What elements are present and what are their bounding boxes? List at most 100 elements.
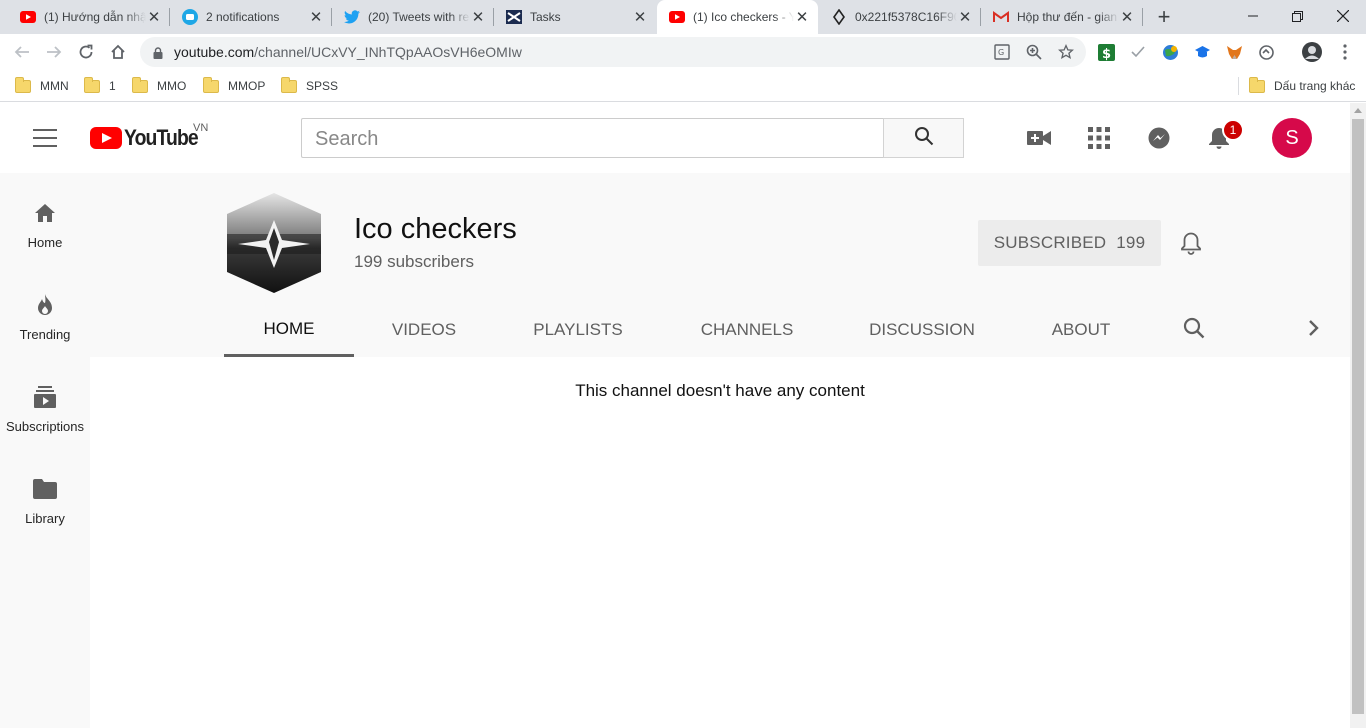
- bookmark-folder[interactable]: 1: [84, 76, 116, 95]
- browser-tabstrip: (1) Hướng dẫn nhận ✕ 2 notifications ✕ (…: [0, 0, 1366, 34]
- chevron-right-icon[interactable]: [1303, 316, 1325, 340]
- folder-icon: [203, 76, 219, 93]
- tasks-icon: [506, 9, 522, 25]
- browser-tab[interactable]: 0x221f5378C16F90 ✕: [819, 0, 981, 34]
- close-tab-icon[interactable]: ✕: [146, 9, 162, 26]
- tab-title: (1) Hướng dẫn nhận: [44, 10, 146, 24]
- menu-icon[interactable]: [33, 129, 57, 147]
- browser-tab[interactable]: (20) Tweets with re ✕: [332, 0, 494, 34]
- forward-button[interactable]: [40, 38, 68, 66]
- browser-tab-active[interactable]: (1) Ico checkers - Y ✕: [657, 0, 818, 34]
- checkmark-extension-icon[interactable]: [1129, 43, 1147, 61]
- twitter-icon: [344, 9, 360, 25]
- subscribe-label: SUBSCRIBED: [993, 233, 1107, 252]
- messages-icon[interactable]: [1147, 126, 1171, 150]
- close-tab-icon[interactable]: ✕: [1119, 9, 1135, 26]
- tab-videos[interactable]: VIDEOS: [369, 303, 479, 357]
- address-bar[interactable]: youtube.com/channel/UCxVY_INhTQpAAOsVH6e…: [140, 37, 1086, 67]
- bookmark-folder[interactable]: MMOP: [203, 76, 265, 95]
- bookmark-folder[interactable]: SPSS: [281, 76, 338, 95]
- tab-title: (1) Ico checkers - Y: [693, 10, 794, 24]
- guide-item-library[interactable]: Library: [0, 477, 90, 551]
- subscriber-count: 199 subscribers: [354, 252, 475, 271]
- reload-button[interactable]: [72, 38, 100, 66]
- bookmarks-bar: MMN 1 MMO MMOP SPSS Dấu trang khác: [0, 70, 1366, 102]
- tab-playlists[interactable]: PLAYLISTS: [514, 303, 642, 357]
- profile-avatar-icon[interactable]: [1302, 42, 1322, 62]
- close-tab-icon[interactable]: ✕: [470, 9, 486, 26]
- tab-discussion[interactable]: DISCUSSION: [850, 303, 994, 357]
- close-tab-icon[interactable]: ✕: [794, 9, 810, 26]
- scrollbar-thumb[interactable]: [1352, 119, 1364, 714]
- globe-extension-icon[interactable]: [1161, 43, 1179, 61]
- browser-tab[interactable]: Hộp thư đến - gian ✕: [981, 0, 1143, 34]
- lock-icon[interactable]: [153, 46, 163, 64]
- bookmark-star-icon[interactable]: [1057, 43, 1075, 61]
- youtube-logo[interactable]: YouTube VN: [90, 122, 209, 151]
- guide-item-subscriptions[interactable]: Subscriptions: [0, 385, 90, 459]
- browser-tab[interactable]: Tasks ✕: [494, 0, 656, 34]
- tab-about[interactable]: ABOUT: [1029, 303, 1133, 357]
- folder-icon: [84, 76, 100, 93]
- close-tab-icon[interactable]: ✕: [957, 9, 973, 26]
- dollar-extension-icon[interactable]: $: [1097, 43, 1115, 61]
- tab-title: 0x221f5378C16F90: [855, 10, 957, 24]
- browser-tab[interactable]: 2 notifications ✕: [170, 0, 332, 34]
- account-avatar[interactable]: S: [1272, 118, 1312, 158]
- region-code: VN: [193, 122, 209, 134]
- bookmark-folder[interactable]: MMN: [15, 76, 69, 95]
- sync-extension-icon[interactable]: [1257, 43, 1275, 61]
- minimize-button[interactable]: [1230, 0, 1276, 32]
- scroll-up-arrow-icon[interactable]: [1354, 108, 1362, 113]
- url-text[interactable]: youtube.com/channel/UCxVY_INhTQpAAOsVH6e…: [174, 44, 522, 60]
- tab-title: 2 notifications: [206, 10, 280, 24]
- bookmark-folder[interactable]: MMO: [132, 76, 186, 95]
- new-tab-button[interactable]: +: [1150, 4, 1178, 30]
- translate-icon[interactable]: G: [993, 43, 1011, 61]
- create-video-icon[interactable]: [1027, 126, 1051, 150]
- tab-title: Hộp thư đến - gian: [1017, 10, 1118, 24]
- guide-label: Subscriptions: [5, 419, 85, 434]
- svg-text:$: $: [1102, 47, 1111, 61]
- restore-button[interactable]: [1274, 0, 1320, 32]
- page-scrollbar[interactable]: [1350, 103, 1366, 728]
- guide-label: Trending: [19, 327, 71, 342]
- subscriptions-icon: [34, 385, 56, 409]
- browser-tab[interactable]: (1) Hướng dẫn nhận ✕: [0, 0, 170, 34]
- empty-channel-message: This channel doesn't have any content: [575, 381, 865, 400]
- zoom-icon[interactable]: [1025, 43, 1043, 61]
- metamask-fox-icon[interactable]: [1225, 43, 1243, 61]
- tab-channels[interactable]: CHANNELS: [680, 303, 814, 357]
- other-bookmarks[interactable]: Dấu trang khác: [1238, 76, 1355, 95]
- close-tab-icon[interactable]: ✕: [632, 9, 648, 26]
- guide-item-trending[interactable]: Trending: [0, 293, 90, 367]
- youtube-wordmark: YouTube: [124, 125, 199, 150]
- folder-icon: [1249, 76, 1265, 93]
- guide-label: Library: [25, 511, 65, 526]
- back-button[interactable]: [8, 38, 36, 66]
- channel-header: Ico checkers 199 subscribers SUBSCRIBED …: [90, 173, 1350, 357]
- notification-count-badge: 1: [1222, 119, 1244, 141]
- channel-name: Ico checkers: [354, 213, 517, 245]
- folder-icon: [15, 76, 31, 93]
- search-input[interactable]: Search: [301, 118, 884, 158]
- guide-item-home[interactable]: Home: [0, 201, 90, 275]
- youtube-icon: [669, 9, 685, 25]
- home-button[interactable]: [104, 38, 132, 66]
- apps-grid-icon[interactable]: [1087, 126, 1111, 150]
- channel-notification-bell-icon[interactable]: [1178, 230, 1204, 256]
- close-window-button[interactable]: [1320, 0, 1366, 32]
- channel-avatar[interactable]: [224, 192, 324, 294]
- tab-home[interactable]: HOME: [224, 303, 354, 357]
- close-tab-icon[interactable]: ✕: [308, 9, 324, 26]
- home-icon: [33, 201, 57, 225]
- folder-icon: [132, 76, 148, 93]
- graduation-cap-extension-icon[interactable]: [1193, 43, 1211, 61]
- search-button[interactable]: [883, 118, 964, 158]
- folder-icon: [33, 477, 57, 501]
- youtube-header: YouTube VN Search 1 S: [0, 103, 1350, 173]
- fire-icon: [35, 293, 55, 317]
- channel-search-icon[interactable]: [1181, 315, 1207, 341]
- more-menu-icon[interactable]: [1336, 43, 1354, 61]
- subscribed-button[interactable]: SUBSCRIBED 199: [978, 220, 1161, 266]
